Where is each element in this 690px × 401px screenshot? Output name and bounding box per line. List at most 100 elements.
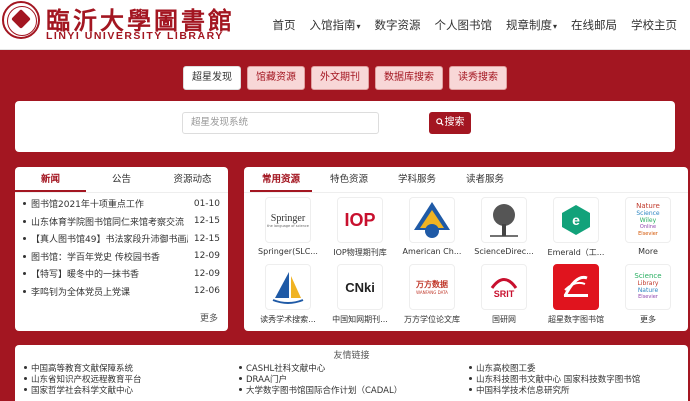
bullet-icon (24, 377, 27, 380)
bullet-icon (24, 366, 27, 369)
word-cloud-word: Elsevier (638, 230, 658, 237)
nav-regulations-label: 规章制度 (505, 18, 552, 32)
iop-logo-text: IOP (344, 209, 376, 230)
word-cloud-word: Nature (637, 287, 659, 294)
tab-common-resources[interactable]: 常用资源 (250, 167, 312, 192)
nav-home[interactable]: 首页 (265, 17, 302, 33)
friendly-link[interactable]: 山东科技图书文献中心 国家科技数字图书馆 (469, 373, 689, 385)
news-tabs: 新闻 公告 资源动态 (15, 167, 228, 193)
news-date: 12-15 (193, 216, 220, 227)
tab-notices[interactable]: 公告 (86, 167, 157, 192)
resource-cnki[interactable]: CNki 中国知网期刊... (324, 264, 396, 331)
bullet-icon (239, 377, 242, 380)
resource-more[interactable]: Nature Science Wiley Online Elsevier Mor… (612, 197, 684, 264)
srit-arc-icon (490, 278, 518, 289)
elsevier-tree-graphic (490, 204, 518, 237)
friendly-link[interactable]: 中国高等教育文献保障系统 (24, 362, 239, 374)
news-item[interactable]: 李鸣钊为全体党员上党课 12-06 (23, 283, 220, 301)
springer-logo-subtext: the language of science (267, 223, 309, 228)
news-date: 12-09 (193, 268, 220, 279)
resource-srit[interactable]: SRIT 国研网 (468, 264, 540, 331)
word-cloud-word: Online (639, 223, 657, 230)
friendly-link[interactable]: DRAA门户 (239, 373, 469, 385)
news-item[interactable]: 山东体育学院图书馆同仁来馆考察交流 12-15 (23, 213, 220, 231)
friendly-link[interactable]: 山东高校图工委 (469, 362, 689, 374)
resource-chaoxing[interactable]: 超星数字图书馆 (540, 264, 612, 331)
library-title-en[interactable]: LINYI UNIVERSITY LIBRARY (46, 30, 224, 42)
resource-label: 读秀学术搜索... (260, 315, 316, 324)
news-title: 【真人图书馆49】书法家段升沛御书画展 (31, 235, 188, 246)
search-icon (435, 118, 444, 126)
nav-personal-library[interactable]: 个人图书馆 (427, 17, 499, 33)
elsevier-tree-icon (481, 197, 527, 243)
resource-emerald[interactable]: e Emerald（工... (540, 197, 612, 264)
resource-label: 中国知网期刊... (332, 315, 388, 324)
tab-foreign-journals[interactable]: 外文期刊 (311, 66, 369, 90)
university-seal-logo[interactable] (2, 1, 40, 39)
resource-label: American Ch... (402, 247, 462, 256)
word-cloud-word: Science (634, 272, 662, 280)
tab-news[interactable]: 新闻 (15, 167, 86, 192)
resource-sciencedirect[interactable]: ScienceDirec... (468, 197, 540, 264)
chevron-down-icon: ▾ (552, 22, 557, 31)
resource-label: ScienceDirec... (474, 247, 534, 256)
srit-logo-text: SRIT (493, 289, 515, 299)
bullet-icon (239, 366, 242, 369)
bullet-icon (23, 237, 26, 241)
header: 臨沂大學圖書館 LINYI UNIVERSITY LIBRARY 首页 入馆指南… (0, 0, 690, 50)
wanfang-logo-subtext: WANFANG DATA (416, 290, 448, 295)
news-title: 图书馆2021年十项重点工作 (31, 200, 144, 211)
nav-online-mail[interactable]: 在线邮局 (564, 17, 624, 33)
resources-panel: 常用资源 特色资源 学科服务 读者服务 Springer the languag… (244, 167, 688, 331)
word-cloud-icon: Nature Science Wiley Online Elsevier (625, 197, 671, 243)
bullet-icon (469, 388, 472, 391)
news-date: 12-15 (193, 233, 220, 244)
resource-more-2[interactable]: Science Library Nature Elsevier 更多 (612, 264, 684, 331)
tab-database-search[interactable]: 数据库搜索 (375, 66, 443, 90)
friendly-link[interactable]: 山东省知识产权远程教育平台 (24, 373, 239, 385)
friendly-link[interactable]: 中国科学技术信息研究所 (469, 384, 689, 396)
news-title: 图书馆：学百年党史 传校园书香 (31, 252, 160, 263)
news-more-link[interactable]: 更多 (200, 311, 218, 324)
search-tabs: 超星发现 馆藏资源 外文期刊 数据库搜索 读秀搜索 (0, 66, 690, 90)
tab-subject-services[interactable]: 学科服务 (386, 167, 448, 192)
tab-chaoxing-discovery[interactable]: 超星发现 (183, 66, 241, 90)
nav-regulations[interactable]: 规章制度▾ (499, 17, 564, 33)
friendly-link[interactable]: CASHL社科文献中心 (239, 362, 469, 374)
wanfang-logo-icon: 万方数据 WANFANG DATA (409, 264, 455, 310)
resource-iop[interactable]: IOP IOP物理期刊库 (324, 197, 396, 264)
cnki-logo-icon: CNki (337, 264, 383, 310)
tab-resource-updates[interactable]: 资源动态 (157, 167, 228, 192)
springer-logo-text: Springer (270, 212, 306, 224)
tab-reader-services[interactable]: 读者服务 (454, 167, 516, 192)
resource-label: 国研网 (492, 315, 516, 324)
acs-logo-icon (409, 197, 455, 243)
resource-springer[interactable]: Springer the language of science Springe… (252, 197, 324, 264)
emerald-gem-icon: e (562, 205, 590, 235)
svg-text:e: e (572, 212, 580, 228)
news-item[interactable]: 【真人图书馆49】书法家段升沛御书画展 12-15 (23, 230, 220, 248)
tab-library-collection[interactable]: 馆藏资源 (247, 66, 305, 90)
friendly-link-label: 中国科学技术信息研究所 (476, 385, 570, 396)
news-item[interactable]: 【特写】暖冬中的一抹书香 12-09 (23, 265, 220, 283)
friendly-links-panel: 友情链接 中国高等教育文献保障系统 CASHL社科文献中心 山东高校图工委 山东… (15, 345, 688, 401)
resource-duxiu[interactable]: 读秀学术搜索... (252, 264, 324, 331)
resource-grid: Springer the language of science Springe… (244, 193, 688, 331)
friendly-link[interactable]: 大学数字图书馆国际合作计划（CADAL） (239, 384, 469, 396)
nav-guide[interactable]: 入馆指南▾ (302, 17, 367, 33)
resource-label: More (638, 247, 658, 256)
tab-special-resources[interactable]: 特色资源 (318, 167, 380, 192)
friendly-link[interactable]: 国家哲学社会科学文献中心 (24, 384, 239, 396)
search-button[interactable]: 搜索 (429, 112, 471, 134)
resource-acs[interactable]: American Ch... (396, 197, 468, 264)
news-item[interactable]: 图书馆：学百年党史 传校园书香 12-09 (23, 248, 220, 266)
nav-school-home[interactable]: 学校主页 (624, 17, 684, 33)
acs-shield-icon (414, 202, 450, 238)
word-cloud-word: Science (636, 209, 660, 217)
news-item[interactable]: 图书馆2021年十项重点工作 01-10 (23, 195, 220, 213)
nav-digital-resources[interactable]: 数字资源 (367, 17, 427, 33)
tab-duxiu-search[interactable]: 读秀搜索 (449, 66, 507, 90)
search-input[interactable]: 超星发现系统 (182, 112, 379, 134)
word-cloud-icon: Science Library Nature Elsevier (625, 264, 671, 310)
resource-wanfang[interactable]: 万方数据 WANFANG DATA 万方学位论文库 (396, 264, 468, 331)
